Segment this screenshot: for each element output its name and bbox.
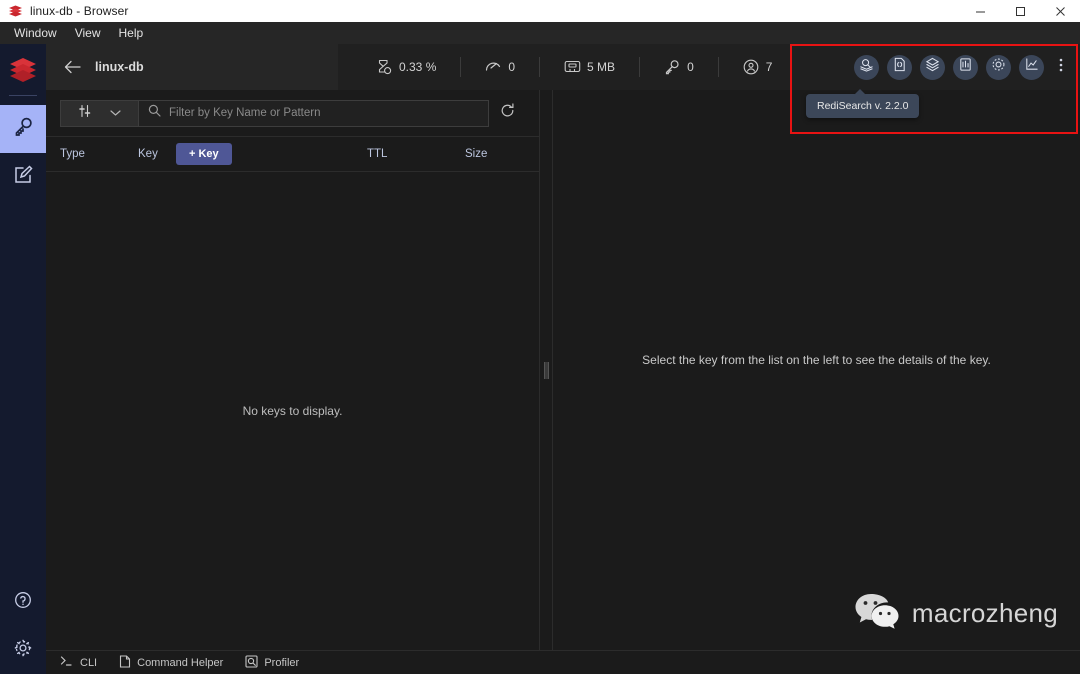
window-title: linux-db - Browser — [30, 4, 129, 18]
top-bar: linux-db 0.33 % 0 5 MB 0 7 — [46, 44, 1080, 90]
column-header-ttl: TTL — [367, 148, 388, 160]
filter-input-wrap[interactable] — [138, 99, 489, 127]
document-icon — [119, 654, 131, 671]
database-chip: linux-db — [46, 44, 338, 90]
key-detail-pane: Select the key from the list on the left… — [552, 90, 1080, 650]
redis-logo-icon — [8, 4, 23, 19]
status-item-profiler[interactable]: Profiler — [245, 654, 300, 671]
module-redisearch-button[interactable] — [854, 54, 879, 80]
terminal-icon — [60, 655, 74, 670]
status-bar: CLI Command Helper Profiler — [46, 650, 1080, 674]
wechat-icon — [854, 591, 900, 636]
sidebar-item-help[interactable] — [0, 578, 46, 626]
metric-commands-value: 0 — [508, 60, 516, 74]
body: linux-db 0.33 % 0 5 MB 0 7 Filter by Key… — [0, 44, 1080, 674]
key-icon — [664, 59, 680, 75]
close-icon[interactable] — [1040, 0, 1080, 22]
key-icon — [13, 116, 34, 142]
sidebar-item-browser[interactable] — [0, 105, 46, 153]
content-area: linux-db 0.33 % 0 5 MB 0 7 Filter by Key… — [46, 44, 1080, 674]
column-header-key: Key — [138, 148, 158, 160]
refresh-button[interactable] — [489, 103, 525, 123]
arrow-left-icon[interactable] — [64, 60, 81, 74]
status-item-command-helper-label: Command Helper — [137, 656, 224, 669]
sidebar-rail — [0, 44, 46, 674]
module-redisgears-button[interactable] — [986, 54, 1011, 80]
splitter-grip[interactable] — [543, 361, 549, 379]
metric-cpu: 0.33 % — [352, 59, 460, 75]
metric-keys: 0 — [640, 59, 718, 75]
speedometer-icon — [485, 59, 501, 75]
profiler-icon — [245, 654, 258, 671]
minimize-icon[interactable] — [960, 0, 1000, 22]
metric-keys-value: 0 — [687, 60, 694, 74]
metric-cpu-value: 0.33 % — [399, 60, 437, 74]
metric-clients-value: 7 — [765, 60, 773, 74]
sidebar-redis-logo-icon — [8, 56, 38, 84]
key-type-selector[interactable] — [60, 99, 138, 127]
module-tooltip: RediSearch v. 2.2.0 — [806, 89, 920, 118]
search-stack-icon — [859, 57, 874, 77]
refresh-icon — [500, 103, 515, 123]
sidebar-item-settings[interactable] — [0, 626, 46, 674]
module-redisjson-button[interactable] — [887, 54, 912, 80]
sidebar-divider — [9, 95, 37, 96]
maximize-icon[interactable] — [1000, 0, 1040, 22]
keys-pane: Type Key + Key TTL Size No keys to displ… — [46, 90, 540, 650]
keys-empty-message: No keys to display. — [242, 404, 343, 418]
window-controls — [960, 0, 1080, 22]
menu-item-window[interactable]: Window — [6, 23, 65, 43]
module-redistimeseries-button[interactable] — [953, 54, 978, 80]
sidebar-bottom — [0, 578, 46, 674]
metric-memory-value: 5 MB — [587, 60, 616, 74]
gear-icon — [14, 639, 32, 662]
module-redisai-button[interactable] — [1019, 54, 1044, 80]
database-name: linux-db — [95, 60, 144, 74]
search-icon — [148, 104, 161, 122]
add-key-button[interactable]: + Key — [176, 143, 232, 165]
panel-splitter[interactable] — [540, 90, 552, 650]
timeseries-grid-icon — [958, 57, 973, 77]
column-header-size: Size — [465, 148, 488, 160]
metric-clients: 7 — [719, 59, 797, 75]
memory-chip-icon — [564, 59, 581, 75]
filter-row — [46, 90, 539, 136]
status-item-profiler-label: Profiler — [264, 656, 300, 669]
key-detail-message: Select the key from the list on the left… — [642, 353, 991, 367]
status-item-command-helper[interactable]: Command Helper — [119, 654, 224, 671]
chevron-down-icon — [110, 104, 121, 122]
module-icons — [854, 54, 1080, 80]
sidebar-item-workbench[interactable] — [0, 153, 46, 201]
main-area: Type Key + Key TTL Size No keys to displ… — [46, 90, 1080, 650]
metric-memory: 5 MB — [540, 59, 639, 75]
search-input[interactable] — [169, 107, 479, 119]
gear-icon — [991, 57, 1006, 77]
more-modules-button[interactable] — [1052, 55, 1070, 80]
sliders-icon — [78, 104, 92, 123]
menu-item-help[interactable]: Help — [110, 23, 151, 43]
module-redisgraph-button[interactable] — [920, 54, 945, 80]
question-circle-icon — [14, 591, 32, 614]
watermark-text: macrozheng — [911, 598, 1058, 628]
status-item-cli-label: CLI — [80, 656, 98, 669]
json-document-icon — [892, 57, 907, 77]
metrics-bar: 0.33 % 0 5 MB 0 7 — [338, 44, 1080, 90]
menu-item-view[interactable]: View — [67, 23, 109, 43]
line-chart-icon — [1024, 57, 1039, 77]
metric-commands: 0 — [461, 59, 539, 75]
graph-layers-icon — [925, 57, 940, 77]
app-window: linux-db - Browser Window View Help linu… — [0, 0, 1080, 674]
user-circle-icon — [743, 59, 759, 75]
status-item-cli[interactable]: CLI — [60, 655, 97, 670]
menu-bar: Window View Help — [0, 22, 1080, 44]
edit-square-icon — [14, 165, 33, 189]
dots-vertical-icon — [1059, 57, 1063, 78]
title-bar: linux-db - Browser — [0, 0, 1080, 22]
column-header-type: Type — [60, 148, 85, 160]
hourglass-icon — [376, 59, 392, 75]
keys-table-header: Type Key + Key TTL Size — [46, 136, 539, 172]
watermark: macrozheng — [854, 591, 1058, 636]
